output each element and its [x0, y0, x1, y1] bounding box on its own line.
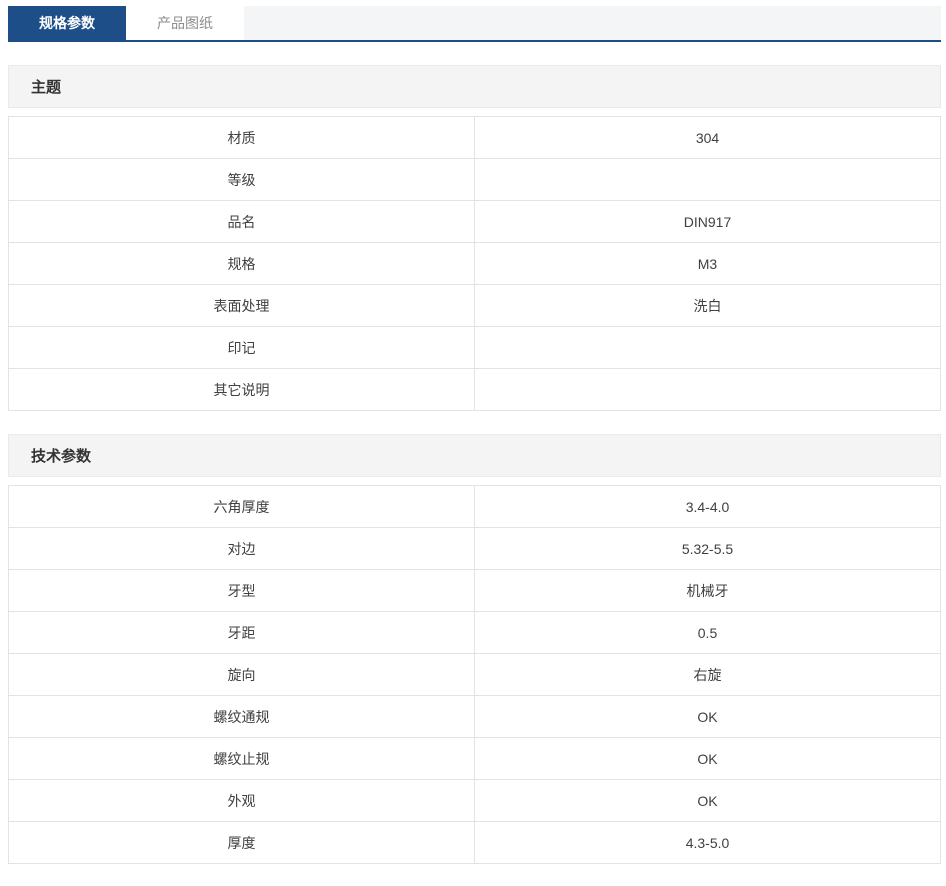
- row-label: 牙型: [8, 569, 475, 612]
- row-label: 品名: [8, 200, 475, 243]
- row-label: 螺纹通规: [8, 695, 475, 738]
- row-label: 对边: [8, 527, 475, 570]
- table-row: 等级: [8, 158, 941, 201]
- row-label: 厚度: [8, 821, 475, 864]
- table-row: 六角厚度 3.4-4.0: [8, 485, 941, 528]
- row-value: M3: [474, 242, 941, 285]
- section-title: 技术参数: [31, 448, 92, 465]
- section-title: 主题: [31, 79, 62, 96]
- table-row: 印记: [8, 326, 941, 369]
- row-label: 六角厚度: [8, 485, 475, 528]
- table-row: 螺纹止规 OK: [8, 737, 941, 780]
- row-value: [474, 158, 941, 201]
- tab-bar: 规格参数 产品图纸: [8, 6, 941, 42]
- section-header-tech-params: 技术参数: [8, 434, 941, 477]
- row-label: 牙距: [8, 611, 475, 654]
- row-label: 等级: [8, 158, 475, 201]
- row-value: 右旋: [474, 653, 941, 696]
- row-value: DIN917: [474, 200, 941, 243]
- row-value: OK: [474, 737, 941, 780]
- row-value: 3.4-4.0: [474, 485, 941, 528]
- row-label: 螺纹止规: [8, 737, 475, 780]
- table-row: 牙型 机械牙: [8, 569, 941, 612]
- row-label: 其它说明: [8, 368, 475, 411]
- table-row: 品名 DIN917: [8, 200, 941, 243]
- tech-params-table: 六角厚度 3.4-4.0 对边 5.32-5.5 牙型 机械牙 牙距 0.5 旋向 右旋 螺纹通规 O…: [8, 485, 941, 864]
- row-value: [474, 368, 941, 411]
- table-row: 对边 5.32-5.5: [8, 527, 941, 570]
- row-label: 旋向: [8, 653, 475, 696]
- subject-table: 材质 304 等级 品名 DIN917 规格 M3 表面处理 洗白 印记 其它说明: [8, 116, 941, 411]
- table-row: 其它说明: [8, 368, 941, 411]
- table-row: 材质 304: [8, 116, 941, 159]
- section-header-subject: 主题: [8, 65, 941, 108]
- row-value: 0.5: [474, 611, 941, 654]
- table-row: 牙距 0.5: [8, 611, 941, 654]
- table-row: 表面处理 洗白: [8, 284, 941, 327]
- table-row: 螺纹通规 OK: [8, 695, 941, 738]
- section-subject: 主题 材质 304 等级 品名 DIN917 规格 M3 表面处理 洗白 印记 其它说明: [8, 65, 941, 411]
- table-row: 厚度 4.3-5.0: [8, 821, 941, 864]
- row-value: [474, 326, 941, 369]
- row-value: OK: [474, 695, 941, 738]
- row-label: 表面处理: [8, 284, 475, 327]
- product-spec-page: 规格参数 产品图纸 主题 材质 304 等级 品名 DIN917 规格 M3 表面处理 洗白 印记…: [8, 6, 941, 864]
- row-label: 印记: [8, 326, 475, 369]
- tab-spec-params[interactable]: 规格参数: [8, 6, 126, 40]
- row-label: 外观: [8, 779, 475, 822]
- row-value: OK: [474, 779, 941, 822]
- section-tech-params: 技术参数 六角厚度 3.4-4.0 对边 5.32-5.5 牙型 机械牙 牙距 0.5 旋向 右旋…: [8, 434, 941, 864]
- table-row: 规格 M3: [8, 242, 941, 285]
- row-value: 304: [474, 116, 941, 159]
- row-value: 机械牙: [474, 569, 941, 612]
- table-row: 外观 OK: [8, 779, 941, 822]
- row-value: 4.3-5.0: [474, 821, 941, 864]
- row-label: 规格: [8, 242, 475, 285]
- row-value: 洗白: [474, 284, 941, 327]
- table-row: 旋向 右旋: [8, 653, 941, 696]
- row-value: 5.32-5.5: [474, 527, 941, 570]
- tab-product-drawing[interactable]: 产品图纸: [126, 6, 244, 40]
- row-label: 材质: [8, 116, 475, 159]
